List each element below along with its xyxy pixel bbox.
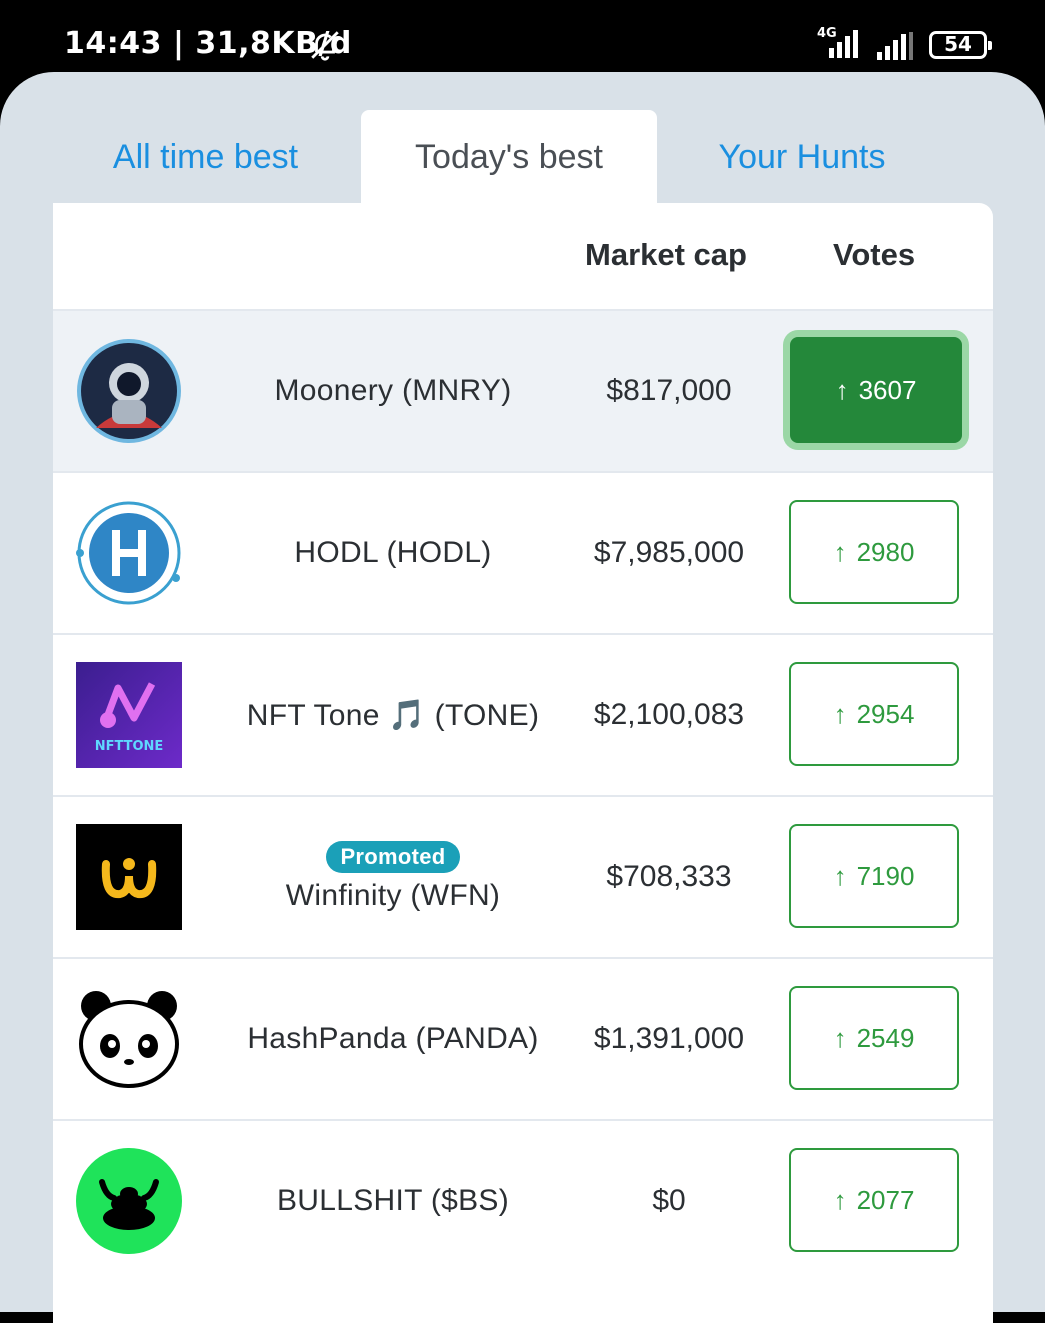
upvote-button[interactable]: ↑ 2980	[789, 500, 959, 604]
vote-count: 2980	[856, 536, 915, 567]
coin-name: HashPanda (PANDA)	[223, 959, 563, 1119]
coin-name-text: Winfinity (WFN)	[285, 879, 501, 912]
nft-tone-logo: NFTTONE	[76, 662, 182, 768]
table-row[interactable]: Moonery (MNRY) $817,000 ↑ 3607	[53, 309, 993, 471]
vote-count: 7190	[856, 860, 915, 891]
arrow-up-icon: ↑	[833, 536, 847, 567]
market-cap: $817,000	[606, 374, 732, 407]
nft-tone-logo-text: NFTTONE	[95, 739, 164, 754]
table-row[interactable]: NFTTONE NFT Tone 🎵 (TONE) $2,100,083 ↑ 2…	[53, 633, 993, 795]
hodl-logo	[76, 501, 181, 605]
battery-icon: 54	[929, 31, 992, 59]
coin-name-text: HashPanda (PANDA)	[247, 1022, 539, 1055]
upvote-button[interactable]: ↑ 2954	[789, 662, 959, 766]
market-cap: $708,333	[606, 860, 732, 893]
upvote-button[interactable]: ↑ 2549	[789, 986, 959, 1090]
hashpanda-logo	[79, 991, 179, 1088]
table-row[interactable]: HashPanda (PANDA) $1,391,000 ↑ 2549	[53, 957, 993, 1119]
coin-name: NFT Tone 🎵 (TONE)	[223, 635, 563, 795]
table-header: Market cap Votes	[53, 203, 993, 309]
coin-name: HODL (HODL)	[223, 473, 563, 633]
vote-count: 2954	[856, 698, 915, 729]
battery-level: 54	[944, 32, 972, 56]
coin-name: Promoted Winfinity (WFN)	[223, 797, 563, 957]
moonery-logo	[77, 339, 181, 443]
promoted-badge: Promoted	[326, 841, 460, 873]
table-row[interactable]: HODL (HODL) $7,985,000 ↑ 2980	[53, 471, 993, 633]
upvote-button[interactable]: ↑ 7190	[789, 824, 959, 928]
market-cap: $7,985,000	[593, 536, 745, 569]
coin-name: BULLSHIT ($BS)	[223, 1121, 563, 1281]
coin-name-text: HODL (HODL)	[294, 536, 492, 569]
network-type: 4G	[817, 26, 837, 41]
header-market-cap: Market cap	[585, 237, 747, 272]
tab-bar: All time best Today's best Your Hunts	[53, 110, 993, 205]
tab-all-time-best[interactable]: All time best	[53, 110, 358, 205]
cellular-signal-icon: 4G	[817, 26, 861, 62]
ranking-table: Market cap Votes Moonery (MNRY) $817,000…	[53, 203, 993, 1323]
arrow-up-icon: ↑	[833, 698, 847, 729]
arrow-up-icon: ↑	[833, 1184, 847, 1215]
coin-name: Moonery (MNRY)	[223, 311, 563, 471]
market-cap: $1,391,000	[593, 1022, 745, 1055]
winfinity-logo	[76, 824, 182, 930]
coin-name-text: Moonery (MNRY)	[274, 374, 512, 407]
market-cap: $0	[652, 1184, 686, 1217]
arrow-up-icon: ↑	[833, 860, 847, 891]
bell-off-icon	[311, 31, 339, 61]
table-row[interactable]: Promoted Winfinity (WFN) $708,333 ↑ 7190	[53, 795, 993, 957]
table-row[interactable]: BULLSHIT ($BS) $0 ↑ 2077	[53, 1119, 993, 1281]
vote-count: 2077	[856, 1184, 915, 1215]
tab-todays-best[interactable]: Today's best	[361, 110, 657, 205]
market-cap: $2,100,083	[593, 698, 745, 731]
upvote-button[interactable]: ↑ 2077	[789, 1148, 959, 1252]
signal-icon	[877, 32, 913, 60]
app-panel: All time best Today's best Your Hunts Ma…	[0, 72, 1045, 1323]
arrow-up-icon: ↑	[835, 374, 849, 405]
vote-count: 2549	[856, 1022, 915, 1053]
status-bar: 14:43 | 31,8KB/d 4G 54	[0, 0, 1045, 80]
coin-name-text: BULLSHIT ($BS)	[276, 1184, 510, 1217]
tab-your-hunts[interactable]: Your Hunts	[657, 110, 947, 205]
vote-count: 3607	[858, 374, 917, 405]
coin-name-text: NFT Tone 🎵 (TONE)	[246, 698, 540, 732]
bullshit-logo	[76, 1148, 182, 1254]
arrow-up-icon: ↑	[833, 1022, 847, 1053]
upvote-button[interactable]: ↑ 3607	[790, 337, 962, 443]
header-votes: Votes	[833, 237, 916, 272]
